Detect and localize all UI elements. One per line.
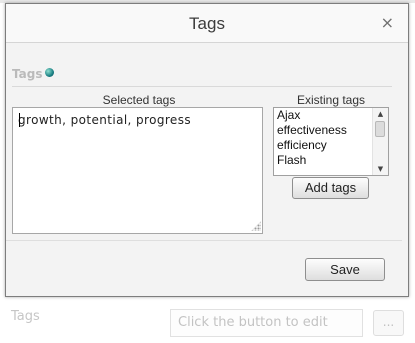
arrow-down-icon[interactable]: ▼ bbox=[373, 163, 388, 175]
section-legend-label: Tags bbox=[12, 67, 43, 81]
list-item[interactable]: Ajax bbox=[274, 108, 388, 123]
section-divider bbox=[12, 86, 392, 87]
add-tags-button[interactable]: Add tags bbox=[292, 177, 369, 199]
scrollbar-thumb[interactable] bbox=[375, 121, 385, 137]
arrow-up-icon[interactable]: ▲ bbox=[373, 108, 388, 120]
close-icon[interactable]: × bbox=[381, 13, 394, 32]
text-caret bbox=[19, 113, 20, 127]
selected-tags-caption: Selected tags bbox=[102, 93, 176, 107]
list-item[interactable]: efficiency bbox=[274, 138, 388, 153]
section-legend: Tags bbox=[12, 67, 55, 81]
globe-icon bbox=[45, 68, 55, 77]
list-scrollbar[interactable]: ▲ ▼ bbox=[372, 108, 388, 175]
dialog-titlebar[interactable]: Tags × bbox=[6, 4, 408, 43]
dialog-title: Tags bbox=[189, 14, 225, 33]
existing-tags-list[interactable]: Ajax effectiveness efficiency Flash ▲ ▼ bbox=[273, 107, 389, 176]
existing-tags-caption: Existing tags bbox=[296, 93, 366, 107]
background-tags-label: Tags bbox=[11, 309, 40, 324]
list-item[interactable]: Flash bbox=[274, 153, 388, 168]
list-item[interactable]: effectiveness bbox=[274, 123, 388, 138]
background-tags-input[interactable]: Click the button to edit bbox=[170, 309, 363, 337]
save-button[interactable]: Save bbox=[305, 258, 385, 281]
selected-tags-textarea[interactable]: growth, potential, progress bbox=[12, 107, 263, 234]
background-edit-button[interactable]: ... bbox=[373, 310, 404, 336]
footer-divider bbox=[6, 240, 402, 241]
